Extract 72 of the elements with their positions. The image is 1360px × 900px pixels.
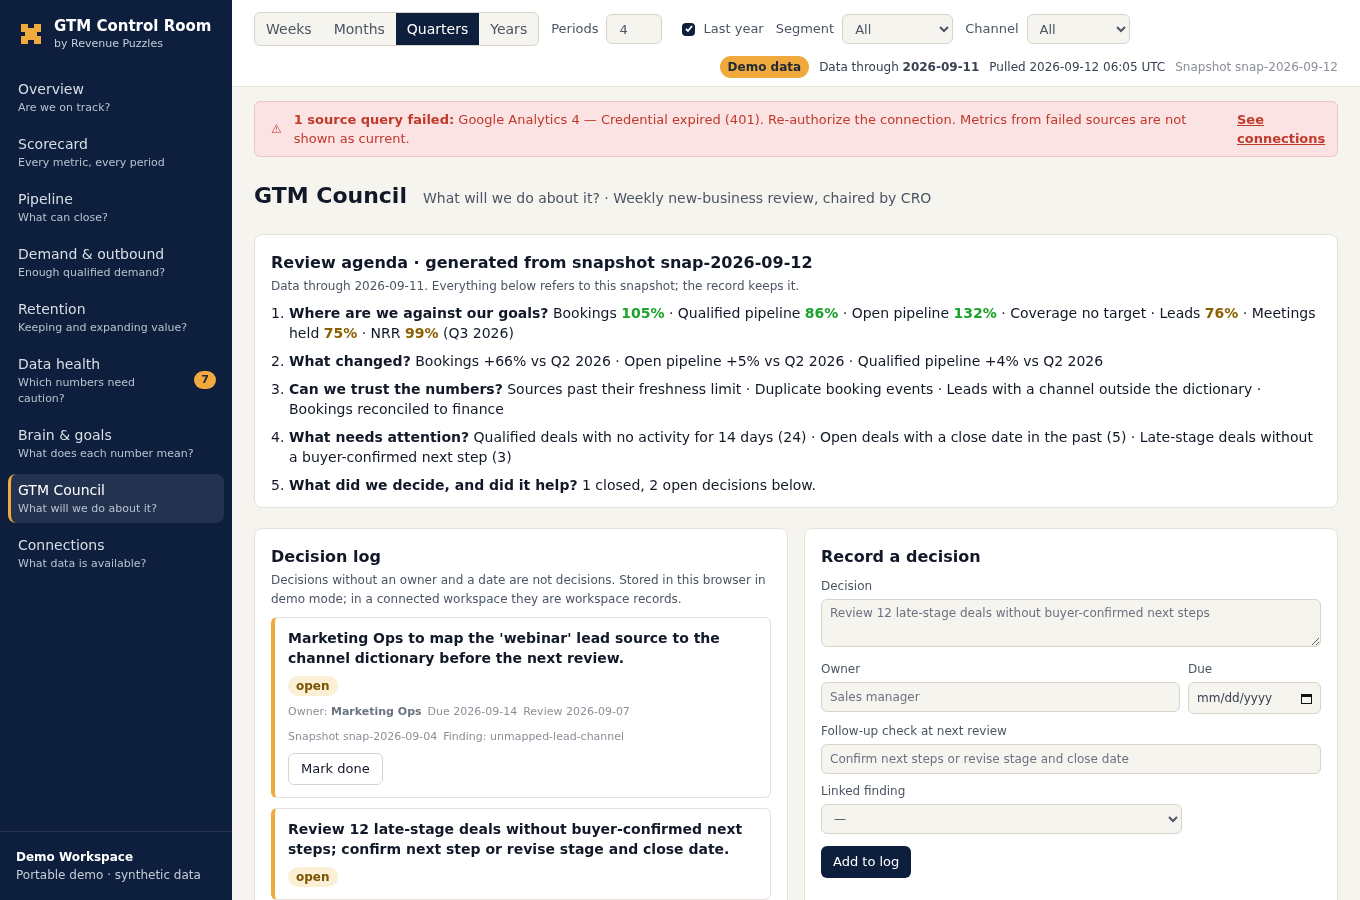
data-through-text: Data through 2026-09-11 (819, 59, 980, 76)
meta-text: Finding: unmapped-lead-channel (443, 728, 625, 745)
decision-label: Decision (821, 578, 874, 595)
owner-label: Owner (821, 661, 862, 678)
granularity-tab[interactable]: Quarters (395, 13, 480, 45)
granularity-tab[interactable]: Weeks (255, 13, 323, 45)
page-title: GTM Council (254, 182, 407, 210)
status-badge: open (288, 676, 338, 696)
nav-item[interactable]: Connections What data is available? (8, 528, 224, 578)
list-number: 1. (271, 304, 285, 323)
nav-item[interactable]: Data health Which numbers need caution? 7 (8, 347, 224, 413)
count-badge: 7 (194, 371, 216, 389)
mark-done-button[interactable]: Mark done (288, 753, 383, 785)
app-subtitle: by Revenue Puzzles (54, 36, 164, 52)
granularity-tab[interactable]: Years (479, 13, 539, 45)
follow-up-label: Follow-up check at next review (821, 723, 1008, 740)
status-badge: open (288, 867, 338, 887)
meta-text: Due 2026-09-14 (427, 704, 518, 720)
meta-text: Review 2026-09-07 (523, 704, 630, 720)
list-number: 5. (271, 476, 285, 495)
granularity-tab[interactable]: Months (322, 13, 396, 45)
periods-field[interactable]: 4 (606, 14, 663, 44)
page-subtitle: What will we do about it? · Weekly new-business review, chaired by CRO (422, 189, 932, 208)
channel-select[interactable]: All (1026, 14, 1130, 44)
due-label: Due (1188, 661, 1214, 678)
last-year-label: Last year (703, 20, 764, 39)
agenda-item: Can we trust the numbers? Sources past their freshness limit · Duplicate booking events · Leads with a channel outside the dictionary · Bookings reconciled to finance (289, 380, 1263, 419)
snapshot-text: Snapshot snap-2026-09-12 (1175, 59, 1338, 76)
segment-label: Segment (775, 20, 835, 39)
follow-up-field[interactable]: Confirm next steps or revise stage and close date (821, 744, 1321, 774)
agenda-item: What changed? Bookings +66% vs Q2 2026 · Open pipeline +5% vs Q2 2026 · Qualified pipeline +4% vs Q2 2026 (289, 352, 1104, 371)
nav-item[interactable]: Demand & outbound Enough qualified demand? (8, 237, 224, 287)
last-year-checkbox[interactable] (682, 22, 696, 36)
nav-item[interactable]: Brain & goals What does each number mean? (8, 418, 224, 468)
pulled-text: Pulled 2026-09-12 06:05 UTC (989, 59, 1166, 76)
calendar-icon[interactable] (1301, 692, 1312, 704)
nav-item[interactable]: Overview Are we on track? (8, 72, 224, 122)
warning-icon: ⚠ (271, 120, 282, 138)
decision-title: Marketing Ops to map the 'webinar' lead source to the channel dictionary before the next review. (288, 629, 721, 668)
decision-field[interactable]: Review 12 late-stage deals without buyer-confirmed next steps (821, 599, 1321, 647)
workspace-name: Demo Workspace (16, 849, 135, 866)
owner-field[interactable]: Sales manager (821, 682, 1180, 712)
linked-finding-select[interactable]: — (821, 804, 1182, 834)
meta-text: Owner: Marketing Ops (288, 704, 422, 720)
linked-finding-label: Linked finding (821, 783, 907, 800)
app-title: GTM Control Room (54, 16, 212, 36)
agenda-item: Where are we against our goals? Bookings 105% · Qualified pipeline 86% · Open pipeline 132% · Coverage no target · Leads 76% · Meetings held 75% · NRR 99% (Q3 2026) (289, 304, 1317, 343)
workspace-note: Portable demo · synthetic data (16, 867, 202, 884)
list-number: 3. (271, 380, 285, 399)
agenda-item: What needs attention? Qualified deals with no activity for 14 days (24) · Open deals with a close date in the past (5) · Late-stage deals without a buyer-confirmed next step (3) (289, 428, 1314, 467)
periods-label: Periods (551, 20, 599, 39)
nav-item[interactable]: Scorecard Every metric, every period (8, 127, 224, 177)
meta-text: Snapshot snap-2026-09-04 (288, 728, 438, 745)
alert-message: 1 source query failed: Google Analytics 4 — Credential expired (401). Re-authorize the connection. Metrics from failed sources are not shown as current. (293, 111, 1188, 148)
decision-title: Review 12 late-stage deals without buyer-confirmed next steps; confirm next step or revise stage and close date. (288, 820, 744, 859)
due-date-field[interactable]: mm/dd/yyyy (1188, 682, 1321, 714)
nav-item[interactable]: Retention Keeping and expanding value? (8, 292, 224, 342)
puzzle-logo-icon (20, 22, 42, 47)
decision-log-note: Decisions without an owner and a date are not decisions. Stored in this browser in demo mode; in a connected workspace they are workspace records. (271, 572, 767, 608)
decision-log-title: Decision log (271, 546, 382, 568)
list-number: 4. (271, 428, 285, 447)
list-number: 2. (271, 352, 285, 371)
nav-item[interactable]: Pipeline What can close? (8, 182, 224, 232)
channel-label: Channel (965, 20, 1019, 39)
demo-data-badge: Demo data (719, 56, 810, 78)
agenda-item: What did we decide, and did it help? 1 closed, 2 open decisions below. (289, 476, 816, 495)
agenda-title: Review agenda · generated from snapshot snap-2026-09-12 (271, 252, 814, 274)
nav-item[interactable]: GTM Council What will we do about it? (8, 473, 224, 523)
record-decision-title: Record a decision (821, 546, 982, 568)
agenda-note: Data through 2026-09-11. Everything below refers to this snapshot; the record keeps it. (271, 278, 801, 295)
add-to-log-button[interactable]: Add to log (821, 846, 912, 878)
segment-select[interactable]: All (842, 14, 954, 44)
